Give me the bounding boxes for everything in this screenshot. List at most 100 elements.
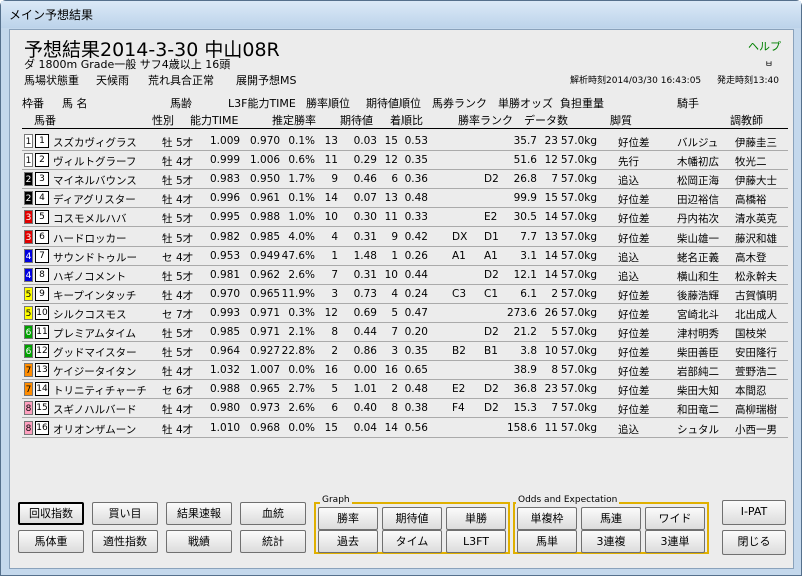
- waku-number: 6: [24, 344, 33, 359]
- trainer: 高木登: [735, 251, 767, 264]
- table-row[interactable]: 4 7 サウンドトゥルー セ 4才 0.953 0.949 47.6% 1 1.48 1 0.26 A1…: [22, 247, 788, 266]
- trainer: 清水英克: [735, 213, 777, 226]
- weight: 57.0kg: [560, 268, 597, 281]
- aptitude-index-button[interactable]: 適性指数: [92, 530, 158, 553]
- expectation: 0.31: [353, 268, 377, 281]
- graph-past-button[interactable]: 過去: [318, 530, 378, 553]
- weight: 57.0kg: [560, 249, 597, 262]
- body-weight-button[interactable]: 馬体重: [18, 530, 84, 553]
- horse-number: 14: [35, 382, 49, 397]
- table-row[interactable]: 2 4 ディアグリスター 牡 4才 0.996 0.961 0.1% 14 0.07 13 0.48 9…: [22, 189, 788, 209]
- col-win-rate-rank: 勝率ランク: [458, 114, 513, 127]
- jockey: 木幡初広: [677, 156, 719, 169]
- table-row[interactable]: 2 3 マイネルバウンス 牡 5才 0.983 0.950 1.7% 9 0.46 6 0.36 D2 2…: [22, 170, 788, 190]
- table-row[interactable]: 1 2 ヴィルトグラーフ 牡 4才 0.999 1.006 0.6% 11 0.29 12 0.35 5…: [22, 151, 788, 171]
- win-rank: 11: [324, 154, 338, 167]
- table-row[interactable]: 6 11 プレミアムタイム 牡 5才 0.985 0.971 2.1% 8 0.44 7 0.20 D2…: [22, 323, 788, 342]
- est-win-rate: 2.1%: [288, 326, 315, 338]
- odds-umaren-button[interactable]: 馬連: [581, 507, 641, 530]
- graph-expectation-button[interactable]: 期待値: [382, 507, 442, 530]
- running-style: 追込: [618, 175, 639, 188]
- horse-number: 12: [35, 344, 49, 359]
- sex: 牡: [162, 404, 173, 417]
- win-rank: 12: [324, 306, 338, 319]
- est-win-rate: 2.6%: [288, 268, 315, 281]
- data-count: 13: [544, 230, 558, 243]
- table-row[interactable]: 7 13 ケイジータイタン 牡 4才 1.032 1.007 0.0% 16 0.00 16 0.65…: [22, 361, 788, 381]
- record-button[interactable]: 戦績: [166, 530, 232, 553]
- odds-sanrenpuku-button[interactable]: 3連複: [581, 530, 641, 553]
- table-row[interactable]: 6 12 グッドマイスター 牡 5才 0.964 0.927 22.8% 2 0.86 3 0.35 B…: [22, 342, 788, 362]
- est-win-rate: 0.3%: [288, 306, 315, 319]
- minimize-icon[interactable]: ㅂ: [765, 57, 773, 70]
- waku-number: 3: [24, 229, 33, 244]
- running-style: 好位差: [618, 213, 650, 226]
- trainer: 高柳瑞樹: [735, 404, 777, 417]
- weight: 57.0kg: [560, 306, 597, 319]
- table-row[interactable]: 3 5 コスモメルハバ 牡 5才 0.995 0.988 1.0% 10 0.30 11 0.33 E2…: [22, 208, 788, 228]
- close-button[interactable]: 閉じる: [722, 530, 786, 555]
- finish-ratio: 0.36: [404, 173, 428, 186]
- running-style: 好位差: [618, 289, 650, 302]
- table-row[interactable]: 7 14 トリニティチャーチ セ 6才 0.988 0.965 2.7% 5 1.01 2 0.48 E…: [22, 380, 788, 400]
- win-odds: 273.6: [506, 306, 537, 319]
- est-win-rate: 1.0%: [288, 211, 315, 224]
- graph-time-button[interactable]: タイム: [382, 530, 442, 553]
- win-rank: 4: [331, 230, 338, 243]
- horse-name: シルクコスモス: [53, 308, 127, 321]
- jockey: 松岡正海: [677, 175, 719, 188]
- horse-number: 13: [35, 363, 49, 378]
- age: 4才: [176, 251, 194, 264]
- table-row[interactable]: 1 1 スズカヴィグラス 牡 5才 1.009 0.970 0.1% 13 0.03 15 0.53 3…: [22, 132, 788, 151]
- table-row[interactable]: 5 9 キープインタッチ 牡 4才 0.970 0.965 11.9% 3 0.73 4 0.24 C3…: [22, 285, 788, 304]
- statistics-button[interactable]: 統計: [240, 530, 306, 553]
- ability-time: 0.970: [210, 287, 241, 300]
- graph-win-button[interactable]: 単勝: [446, 507, 506, 530]
- roughness: 荒れ具合正常: [148, 74, 214, 87]
- ipat-button[interactable]: I-PAT: [722, 500, 786, 525]
- recovery-index-button[interactable]: 回収指数: [18, 502, 84, 525]
- l3f-time: 0.962: [250, 268, 281, 281]
- odds-umatan-button[interactable]: 馬単: [517, 530, 577, 553]
- horse-number: 6: [35, 229, 49, 244]
- weight: 57.0kg: [560, 326, 597, 338]
- trainer: 古賀慎明: [735, 289, 777, 302]
- jockey: 宮崎北斗: [677, 308, 719, 321]
- odds-wide-button[interactable]: ワイド: [645, 507, 705, 530]
- bloodline-button[interactable]: 血統: [240, 502, 306, 525]
- exp-rank: 11: [384, 211, 398, 224]
- col-umaban: 馬番: [34, 114, 56, 127]
- ticket-rank: C3: [452, 287, 467, 300]
- finish-ratio: 0.20: [404, 326, 428, 338]
- sex: 牡: [162, 194, 173, 207]
- table-row[interactable]: 5 10 シルクコスモスセ 7才 0.993 0.971 0.3% 12 0.69 5 0.47 27…: [22, 304, 788, 323]
- running-style: 好位差: [618, 328, 650, 340]
- win-rank: 1: [331, 249, 338, 262]
- bet-button[interactable]: 買い目: [92, 502, 158, 525]
- ability-time: 0.996: [210, 192, 241, 205]
- win-rank: 5: [331, 383, 338, 396]
- window-title: メイン予想結果: [9, 8, 94, 22]
- win-rank: 2: [331, 345, 338, 358]
- waku-number: 4: [24, 267, 33, 282]
- col-win-rank: 勝率順位: [306, 97, 350, 110]
- jockey: 柴山雄一: [677, 232, 719, 245]
- odds-tanfukuwaku-button[interactable]: 単複枠: [517, 507, 577, 530]
- table-row[interactable]: 8 16 オリオンザムーン 牡 4才 1.010 0.968 0.0% 15 0.04 14 0.56…: [22, 419, 788, 438]
- help-link[interactable]: ヘルプ: [748, 38, 781, 54]
- horse-name: ヴィルトグラーフ: [53, 156, 137, 169]
- odds-sanrentan-button[interactable]: 3連単: [645, 530, 705, 553]
- title-bar: メイン予想結果: [1, 1, 801, 28]
- result-flash-button[interactable]: 結果速報: [166, 502, 232, 525]
- graph-win-rate-button[interactable]: 勝率: [318, 507, 378, 530]
- horse-number: 9: [35, 286, 49, 301]
- table-row[interactable]: 4 8 ハギノコメント 牡 5才 0.981 0.962 2.6% 7 0.31 10 0.44 D2 1…: [22, 266, 788, 285]
- table-row[interactable]: 3 6 ハードロッカー 牡 5才 0.982 0.985 4.0% 4 0.31 9 0.42 DX D1…: [22, 228, 788, 247]
- ability-time: 0.993: [210, 306, 241, 319]
- sex: 牡: [162, 213, 173, 226]
- win-rank: 13: [324, 135, 338, 147]
- graph-l3ft-button[interactable]: L3FT: [446, 530, 506, 553]
- table-row[interactable]: 8 15 スギノハルバード牡 4才 0.980 0.973 2.6% 6 0.40 8 0.38 F4…: [22, 399, 788, 419]
- exp-rank: 9: [391, 230, 398, 243]
- col-data-count: データ数: [524, 114, 568, 127]
